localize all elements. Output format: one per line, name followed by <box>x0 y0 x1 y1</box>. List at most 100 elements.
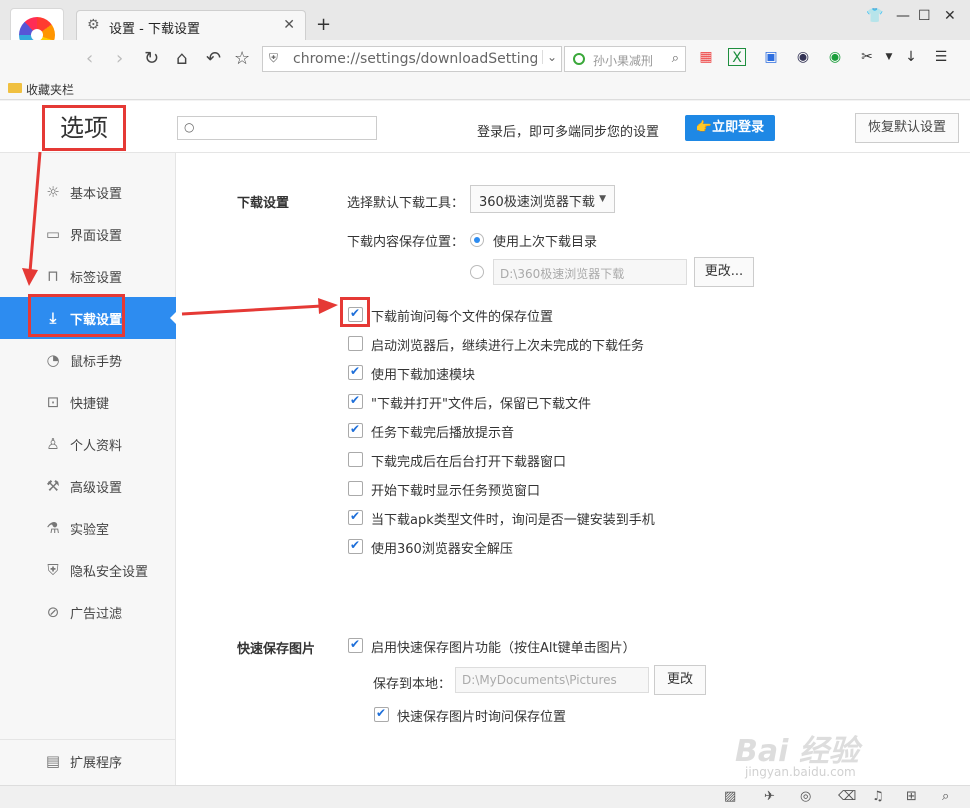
active-pointer <box>170 311 177 325</box>
sidebar-item-adblock[interactable]: ⊘ 广告过滤 <box>0 591 176 633</box>
checkbox-7[interactable] <box>348 509 363 525</box>
sidebar-item-lab[interactable]: ⚗ 实验室 <box>0 507 176 549</box>
tab-icon: ⊓ <box>47 267 59 285</box>
forward-icon[interactable]: › <box>116 48 123 69</box>
quicksave-ask-checkbox[interactable] <box>374 706 389 722</box>
checkbox-label-4: 任务下载完后播放提示音 <box>371 426 515 441</box>
sidebar-item-privacy[interactable]: ⛨ 隐私安全设置 <box>0 549 176 591</box>
home-icon[interactable]: ⌂ <box>176 48 187 69</box>
screen-icon[interactable]: ▣ <box>762 48 780 66</box>
window-icon: ▭ <box>45 225 61 243</box>
quicksave-enable-checkbox[interactable] <box>348 637 363 653</box>
search-text[interactable]: 孙小果减刑 <box>593 52 653 69</box>
sidebar-item-shortcuts[interactable]: ⊡ 快捷键 <box>0 381 176 423</box>
checkbox-2[interactable] <box>348 364 363 380</box>
extension-icon: ▤ <box>45 752 61 770</box>
quicksave-path-label: 保存到本地： <box>373 677 452 692</box>
checkbox-3[interactable] <box>348 393 363 409</box>
download-arrow-icon[interactable]: ↓ <box>902 48 920 66</box>
sidebar-item-label: 扩展程序 <box>70 756 123 771</box>
new-tab-button[interactable]: + <box>316 14 331 35</box>
sidebar-item-profile[interactable]: ♙ 个人资料 <box>0 423 176 465</box>
radio-last-dir-label: 使用上次下载目录 <box>493 235 598 250</box>
window-close-icon[interactable]: ✕ <box>944 8 956 24</box>
checkbox-label-3: "下载并打开"文件后，保留已下载文件 <box>371 397 591 412</box>
sidebar-item-tabs[interactable]: ⊓ 标签设置 <box>0 255 176 297</box>
address-bar[interactable]: ⛨ chrome://settings/downloadSettings ⌄ <box>262 46 562 72</box>
bookmarks-bar: 收藏夹栏 <box>0 78 970 100</box>
scissors-icon[interactable]: ✂ <box>858 48 876 66</box>
star-icon[interactable]: ☆ <box>234 48 250 69</box>
sidebar-item-interface[interactable]: ▭ 界面设置 <box>0 213 176 255</box>
checkbox-label-1: 启动浏览器后，继续进行上次未完成的下载任务 <box>371 339 645 354</box>
sidebar-item-label: 广告过滤 <box>70 607 123 622</box>
eye-icon[interactable]: ◉ <box>794 48 812 66</box>
pin-icon[interactable]: ✈ <box>764 789 775 804</box>
checkbox-1[interactable] <box>348 336 363 351</box>
back-icon[interactable]: ‹ <box>86 48 93 69</box>
shirt-icon[interactable]: 👕 <box>866 8 883 24</box>
grid-icon[interactable]: ⊞ <box>906 789 917 804</box>
zoom-icon[interactable]: ⌕ <box>942 789 949 804</box>
custom-path-field[interactable]: D:\360极速浏览器下载 <box>493 259 687 285</box>
chevron-down-icon[interactable]: ▼ <box>880 48 898 66</box>
close-icon[interactable]: ✕ <box>283 17 295 33</box>
sidebar-item-basic[interactable]: ☼ 基本设置 <box>0 171 176 213</box>
sidebar-item-mouse[interactable]: ◔ 鼠标手势 <box>0 339 176 381</box>
settings-content: 下载设置 选择默认下载工具： 360极速浏览器下载 ▼ 下载内容保存位置： 使用… <box>177 153 970 785</box>
sidebar-item-label: 标签设置 <box>70 271 123 286</box>
block-icon: ⊘ <box>46 603 60 621</box>
sidebar-item-advanced[interactable]: ⚒ 高级设置 <box>0 465 176 507</box>
trash-icon[interactable]: ⌫ <box>838 789 856 804</box>
nav-toolbar: ‹ › ↻ ⌂ ↶ ☆ ⛨ chrome://settings/download… <box>0 40 970 78</box>
checkbox-label-5: 下载完成后在后台打开下载器窗口 <box>371 455 567 470</box>
apps-icon[interactable]: ▦ <box>697 48 715 66</box>
sidebar-item-label: 个人资料 <box>70 439 123 454</box>
bookmarks-folder[interactable]: 收藏夹栏 <box>26 81 74 98</box>
checkbox-5[interactable] <box>348 452 363 467</box>
volume-icon[interactable]: ♫ <box>872 789 884 804</box>
excel-icon[interactable]: X <box>728 48 746 66</box>
browser-tab[interactable]: ⚙ 设置 - 下载设置 ✕ <box>76 10 306 41</box>
sidebar-item-extensions[interactable]: ▤ 扩展程序 <box>0 740 176 782</box>
checkbox-6[interactable] <box>348 481 363 496</box>
image-icon[interactable]: ▨ <box>724 789 736 804</box>
search-icon[interactable]: ⌕ <box>672 51 679 66</box>
page-title: 选项 <box>42 105 126 151</box>
sync-text: 登录后，即可多端同步您的设置 <box>477 125 660 140</box>
green-eye-icon[interactable]: ◉ <box>826 48 844 66</box>
title-bar: ⚙ 设置 - 下载设置 ✕ + 👕 — ☐ ✕ <box>0 0 970 41</box>
radio-last-dir[interactable] <box>470 233 484 247</box>
checkbox-label-6: 开始下载时显示任务预览窗口 <box>371 484 541 499</box>
sidebar-item-label: 高级设置 <box>70 481 123 496</box>
restore-defaults-button[interactable]: 恢复默认设置 <box>855 113 959 143</box>
refresh-icon[interactable]: ↻ <box>144 48 159 69</box>
checkbox-label-2: 使用下载加速模块 <box>371 368 476 383</box>
sidebar-item-label: 快捷键 <box>70 397 110 412</box>
caret-down-icon: ▼ <box>599 194 606 204</box>
search-icon: ○ <box>184 120 195 134</box>
download-tool-select[interactable]: 360极速浏览器下载 ▼ <box>470 185 615 213</box>
quicksave-path-field[interactable]: D:\MyDocuments\Pictures <box>455 667 649 693</box>
gear-icon: ☼ <box>46 183 60 201</box>
checkbox-8[interactable] <box>348 538 363 554</box>
sidebar-item-label: 界面设置 <box>70 229 123 244</box>
gear-icon: ⚙ <box>87 17 100 33</box>
minimize-icon[interactable]: — <box>896 8 910 24</box>
url-text[interactable]: chrome://settings/downloadSettings <box>293 51 537 67</box>
chevron-down-icon[interactable]: ⌄ <box>541 50 557 64</box>
radio-custom-dir[interactable] <box>470 265 484 279</box>
settings-header: 选项 ○ 登录后，即可多端同步您的设置 👉立即登录 恢复默认设置 <box>0 101 970 153</box>
undo-icon[interactable]: ↶ <box>206 48 221 69</box>
speed-icon[interactable]: ◎ <box>800 789 811 804</box>
sidebar-item-label: 基本设置 <box>70 187 123 202</box>
search-bar[interactable]: 孙小果减刑 ⌕ <box>564 46 686 72</box>
login-button[interactable]: 👉立即登录 <box>685 115 775 141</box>
checkbox-4[interactable] <box>348 422 363 438</box>
menu-icon[interactable]: ☰ <box>932 48 950 66</box>
maximize-icon[interactable]: ☐ <box>918 8 931 24</box>
settings-page: 选项 ○ 登录后，即可多端同步您的设置 👉立即登录 恢复默认设置 ☼ 基本设置 … <box>0 101 970 785</box>
quicksave-change-button[interactable]: 更改 <box>654 665 706 695</box>
change-path-button[interactable]: 更改... <box>694 257 754 287</box>
settings-search-input[interactable]: ○ <box>177 116 377 140</box>
